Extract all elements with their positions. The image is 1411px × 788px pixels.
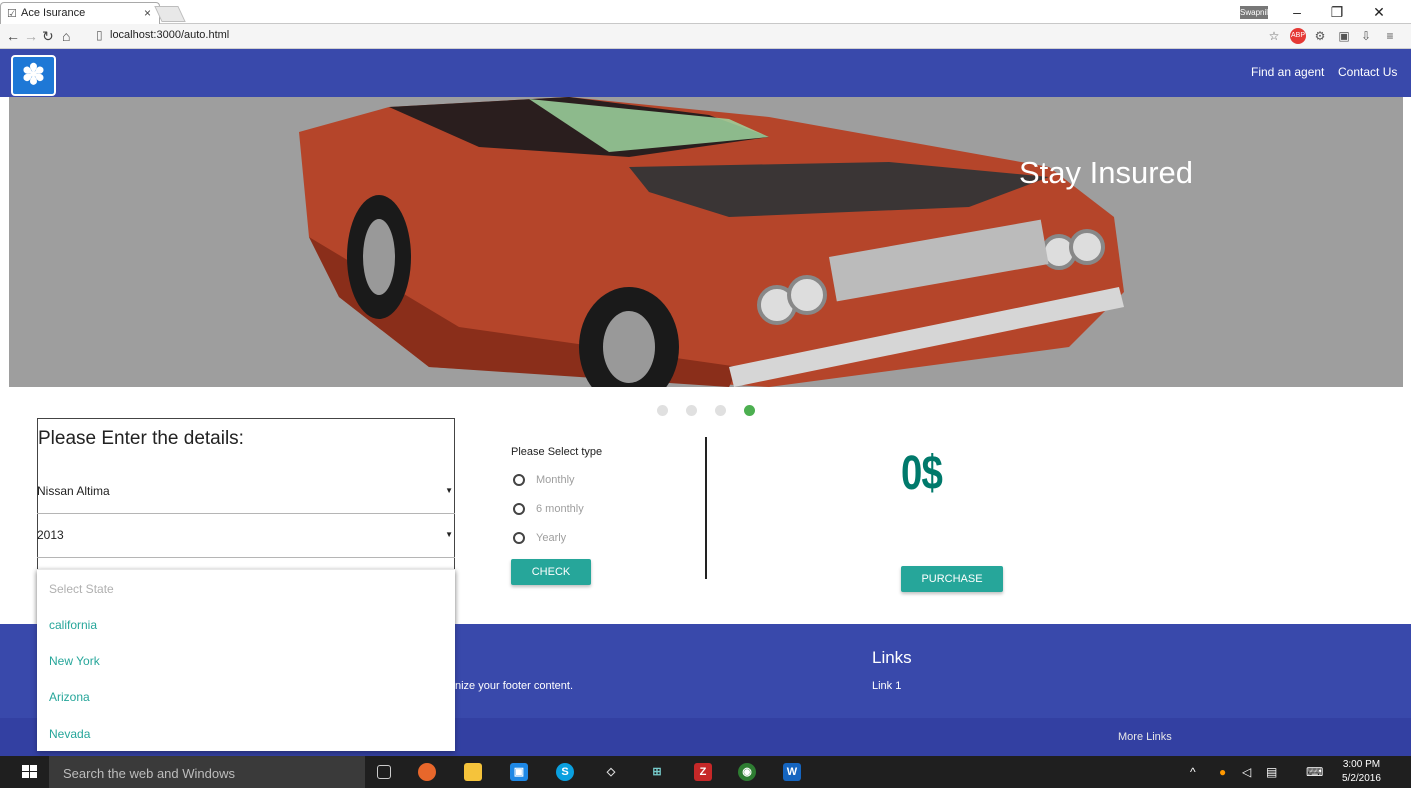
state-option-arizona[interactable]: Arizona: [49, 690, 90, 704]
extension-icon[interactable]: ▣: [1336, 28, 1352, 44]
download-icon[interactable]: ⇩: [1358, 28, 1374, 44]
url-text: localhost:3000/auto.html: [110, 29, 230, 41]
carousel-dot-4[interactable]: [744, 405, 755, 416]
six-monthly-radio[interactable]: [513, 503, 525, 515]
profile-badge[interactable]: Swapnil: [1240, 6, 1268, 19]
word-icon[interactable]: W: [783, 763, 801, 781]
hero-caption: Stay Insured: [1019, 155, 1194, 190]
carousel-dot-1[interactable]: [657, 405, 668, 416]
carousel-dot-3[interactable]: [715, 405, 726, 416]
page-favicon-icon: ☑: [7, 8, 17, 20]
volume-icon[interactable]: ◁: [1242, 765, 1251, 779]
menu-icon[interactable]: ≡: [1382, 28, 1398, 44]
year-select[interactable]: 2013 ▼: [37, 514, 455, 558]
forward-icon[interactable]: →: [24, 28, 38, 44]
page-icon: ▯: [96, 28, 103, 42]
check-button[interactable]: CHECK: [511, 559, 591, 585]
footer-link-1[interactable]: Link 1: [872, 680, 901, 692]
network-icon[interactable]: ⊞: [648, 763, 666, 781]
back-icon[interactable]: ←: [6, 28, 20, 44]
virtualbox-icon[interactable]: ◇: [602, 763, 620, 781]
chevron-up-icon[interactable]: ^: [1190, 765, 1196, 779]
file-explorer-icon[interactable]: [464, 763, 482, 781]
year-value: 2013: [37, 528, 64, 542]
caret-down-icon: ▼: [445, 530, 453, 539]
purchase-button[interactable]: PURCHASE: [901, 566, 1003, 592]
contact-us-link[interactable]: Contact Us: [1338, 65, 1397, 79]
settings-icon[interactable]: ⚙: [1312, 28, 1328, 44]
clock-time: 3:00 PM: [1342, 759, 1381, 770]
yearly-radio[interactable]: [513, 532, 525, 544]
skype-icon[interactable]: S: [556, 763, 574, 781]
taskbar-search[interactable]: Search the web and Windows: [49, 756, 365, 788]
state-option-nevada[interactable]: Nevada: [49, 727, 90, 741]
six-monthly-label[interactable]: 6 monthly: [536, 503, 584, 515]
carousel-dot-2[interactable]: [686, 405, 697, 416]
plan-type-label: Please Select type: [511, 446, 603, 458]
tab-title: Ace Isurance: [21, 7, 86, 19]
yearly-label[interactable]: Yearly: [536, 532, 566, 544]
price-display: 0$: [901, 447, 943, 500]
site-navbar: ✽ Find an agent Contact Us: [0, 49, 1411, 97]
monthly-label[interactable]: Monthly: [536, 474, 575, 486]
state-dropdown-menu: Select State california New York Arizona…: [37, 569, 455, 751]
firefox-icon[interactable]: [418, 763, 436, 781]
restore-button[interactable]: ❐: [1322, 2, 1352, 22]
browser-toolbar: ← → ↻ ⌂ ▯ localhost:3000/auto.html ☆ ABP…: [0, 24, 1411, 49]
runner-logo-icon[interactable]: ✽: [11, 55, 56, 96]
search-placeholder: Search the web and Windows: [63, 766, 235, 781]
chrome-icon[interactable]: ◉: [738, 763, 756, 781]
browser-tab[interactable]: ☑ Ace Isurance ×: [0, 2, 160, 24]
car-model-select[interactable]: Nissan Altima ▼: [37, 470, 455, 514]
home-icon[interactable]: ⌂: [62, 28, 70, 44]
find-agent-link[interactable]: Find an agent: [1251, 65, 1324, 79]
clock-date: 5/2/2016: [1342, 773, 1381, 784]
task-view-icon[interactable]: [377, 765, 391, 779]
caret-down-icon: ▼: [445, 486, 453, 495]
windows-start-icon[interactable]: [22, 765, 37, 779]
filezilla-icon[interactable]: Z: [694, 763, 712, 781]
browser-tab-bar: ☑ Ace Isurance × Swapnil – ❐ ✕: [0, 0, 1411, 24]
minimize-button[interactable]: –: [1282, 2, 1312, 22]
windows-taskbar: Search the web and Windows ▣ S ◇ ⊞ Z ◉ W…: [0, 756, 1411, 788]
taskbar-clock[interactable]: 3:00 PM 5/2/2016: [1342, 758, 1381, 786]
tab-close-icon[interactable]: ×: [144, 6, 151, 20]
car-image: [299, 97, 1124, 387]
hero-carousel: Stay Insured: [9, 97, 1403, 387]
form-title: Please Enter the details:: [38, 428, 244, 449]
address-bar[interactable]: ▯ localhost:3000/auto.html: [96, 27, 1256, 45]
star-icon[interactable]: ☆: [1266, 28, 1282, 44]
close-window-button[interactable]: ✕: [1364, 2, 1394, 22]
state-placeholder: Select State: [49, 582, 114, 596]
car-model-value: Nissan Altima: [37, 484, 110, 498]
vertical-divider: [705, 437, 707, 579]
adblock-icon[interactable]: ABP: [1290, 28, 1306, 44]
store-icon[interactable]: ▣: [510, 763, 528, 781]
more-links[interactable]: More Links: [1118, 731, 1172, 743]
keyboard-icon[interactable]: ⌨: [1306, 765, 1323, 779]
state-option-new-york[interactable]: New York: [49, 654, 100, 668]
state-option-california[interactable]: california: [49, 618, 97, 632]
footer-text: nize your footer content.: [455, 680, 574, 692]
reload-icon[interactable]: ↻: [42, 28, 54, 44]
monthly-radio[interactable]: [513, 474, 525, 486]
footer-links-title: Links: [872, 648, 912, 667]
notification-icon[interactable]: ▤: [1266, 765, 1277, 779]
avast-icon[interactable]: ●: [1219, 765, 1226, 779]
